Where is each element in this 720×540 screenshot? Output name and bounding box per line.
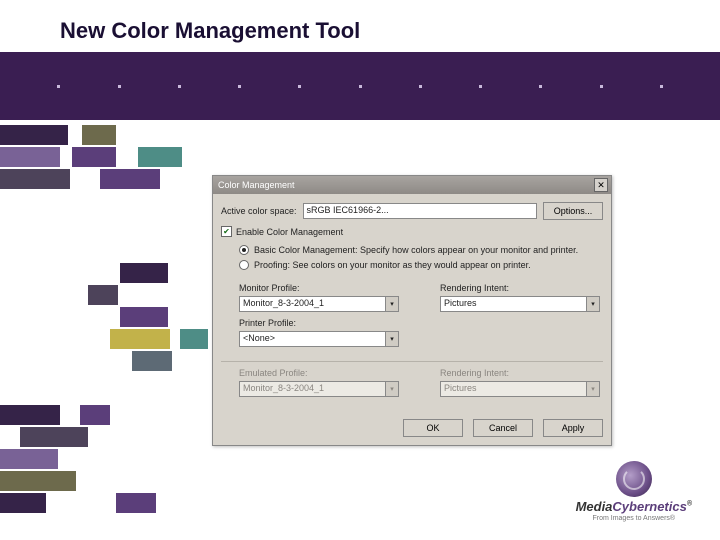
monitor-profile-label: Monitor Profile: — [239, 283, 402, 293]
apply-button[interactable]: Apply — [543, 419, 603, 437]
emulated-profile-label: Emulated Profile: — [239, 368, 402, 378]
rendering-intent-combo[interactable]: Pictures ▾ — [440, 296, 600, 312]
decorative-dot — [660, 85, 663, 88]
printer-profile-label: Printer Profile: — [239, 318, 402, 328]
proofing-radio[interactable] — [239, 260, 249, 270]
enable-color-management-label: Enable Color Management — [236, 227, 343, 237]
basic-color-management-radio[interactable] — [239, 245, 249, 255]
monitor-profile-value: Monitor_8-3-2004_1 — [239, 296, 385, 312]
printer-profile-value: <None> — [239, 331, 385, 347]
rendering-intent2-combo: Pictures ▾ — [440, 381, 600, 397]
chevron-down-icon: ▾ — [385, 381, 399, 397]
header-band — [0, 52, 720, 120]
emulated-profile-value: Monitor_8-3-2004_1 — [239, 381, 385, 397]
decorative-dot — [178, 85, 181, 88]
chevron-down-icon: ▾ — [385, 331, 399, 347]
brand-name: MediaCybernetics® — [576, 499, 692, 514]
enable-color-management-checkbox[interactable]: ✔ — [221, 226, 232, 237]
active-color-space-field[interactable]: sRGB IEC61966-2... — [303, 203, 537, 219]
ok-button[interactable]: OK — [403, 419, 463, 437]
printer-profile-combo[interactable]: <None> ▾ — [239, 331, 399, 347]
decorative-dot — [238, 85, 241, 88]
separator — [221, 361, 603, 362]
brand-tagline: From Images to Answers® — [576, 515, 692, 522]
decorative-dot — [359, 85, 362, 88]
radio-selected-icon — [242, 248, 246, 252]
decorative-dot — [539, 85, 542, 88]
registered-mark: ® — [687, 501, 692, 508]
brand-logo: MediaCybernetics® From Images to Answers… — [576, 461, 692, 522]
close-button[interactable]: ✕ — [594, 178, 608, 192]
decorative-dot — [298, 85, 301, 88]
decorative-dot — [57, 85, 60, 88]
chevron-down-icon: ▾ — [385, 296, 399, 312]
brand-name-cybernetics: Cybernetics — [612, 499, 686, 514]
decorative-dot — [600, 85, 603, 88]
rendering-intent-label: Rendering Intent: — [440, 283, 603, 293]
brand-name-media: Media — [576, 499, 613, 514]
cancel-button[interactable]: Cancel — [473, 419, 533, 437]
chevron-down-icon: ▾ — [586, 296, 600, 312]
rendering-intent-value: Pictures — [440, 296, 586, 312]
logo-swirl-icon — [616, 461, 652, 497]
decorative-bars — [0, 125, 210, 515]
emulated-profile-combo: Monitor_8-3-2004_1 ▾ — [239, 381, 399, 397]
monitor-profile-combo[interactable]: Monitor_8-3-2004_1 ▾ — [239, 296, 399, 312]
rendering-intent2-value: Pictures — [440, 381, 586, 397]
dialog-title: Color Management — [218, 180, 295, 190]
decorative-dot — [479, 85, 482, 88]
color-management-dialog: Color Management ✕ Active color space: s… — [212, 175, 612, 446]
dialog-titlebar: Color Management ✕ — [213, 176, 611, 194]
close-icon: ✕ — [597, 180, 605, 190]
decorative-dot — [118, 85, 121, 88]
chevron-down-icon: ▾ — [586, 381, 600, 397]
rendering-intent2-label: Rendering Intent: — [440, 368, 603, 378]
options-button[interactable]: Options... — [543, 202, 603, 220]
decorative-dot — [419, 85, 422, 88]
basic-color-management-label: Basic Color Management: Specify how colo… — [254, 245, 578, 255]
page-title: New Color Management Tool — [60, 18, 360, 44]
active-color-space-label: Active color space: — [221, 206, 297, 216]
proofing-label: Proofing: See colors on your monitor as … — [254, 260, 531, 270]
